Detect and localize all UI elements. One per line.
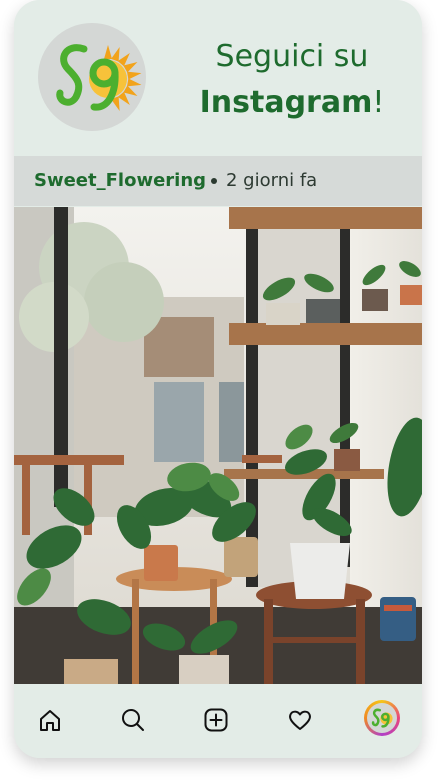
post-image[interactable] <box>14 207 422 684</box>
avatar-logo <box>367 703 397 733</box>
add-post-icon <box>204 708 228 732</box>
post-username[interactable]: Sweet_Flowering <box>34 170 206 191</box>
headline-line-2: Instagram! <box>182 80 402 126</box>
instagram-card: Seguici su Instagram! Sweet_Flowering 2 … <box>14 0 422 758</box>
heart-icon <box>289 710 311 730</box>
separator-dot <box>211 178 217 184</box>
bottom-nav <box>14 684 422 758</box>
profile-avatar[interactable] <box>364 700 400 736</box>
plants-photo-illustration <box>14 207 422 684</box>
nav-search-button[interactable] <box>115 702 151 738</box>
header: Seguici su Instagram! <box>14 0 422 156</box>
brand-logo <box>38 23 146 131</box>
nav-likes-button[interactable] <box>282 702 318 738</box>
headline-instagram: Instagram <box>199 85 373 120</box>
nav-home-button[interactable] <box>32 702 68 738</box>
avatar-logo-icon <box>371 708 393 728</box>
headline: Seguici su Instagram! <box>182 34 402 126</box>
headline-exclamation: ! <box>372 85 385 120</box>
search-icon <box>122 709 144 731</box>
post-meta-bar: Sweet_Flowering 2 giorni fa <box>14 156 422 206</box>
logo-sun-icon <box>56 44 142 111</box>
post-time: 2 giorni fa <box>226 170 318 191</box>
headline-line-1: Seguici su <box>215 39 369 74</box>
home-icon <box>40 710 60 731</box>
nav-add-button[interactable] <box>198 702 234 738</box>
